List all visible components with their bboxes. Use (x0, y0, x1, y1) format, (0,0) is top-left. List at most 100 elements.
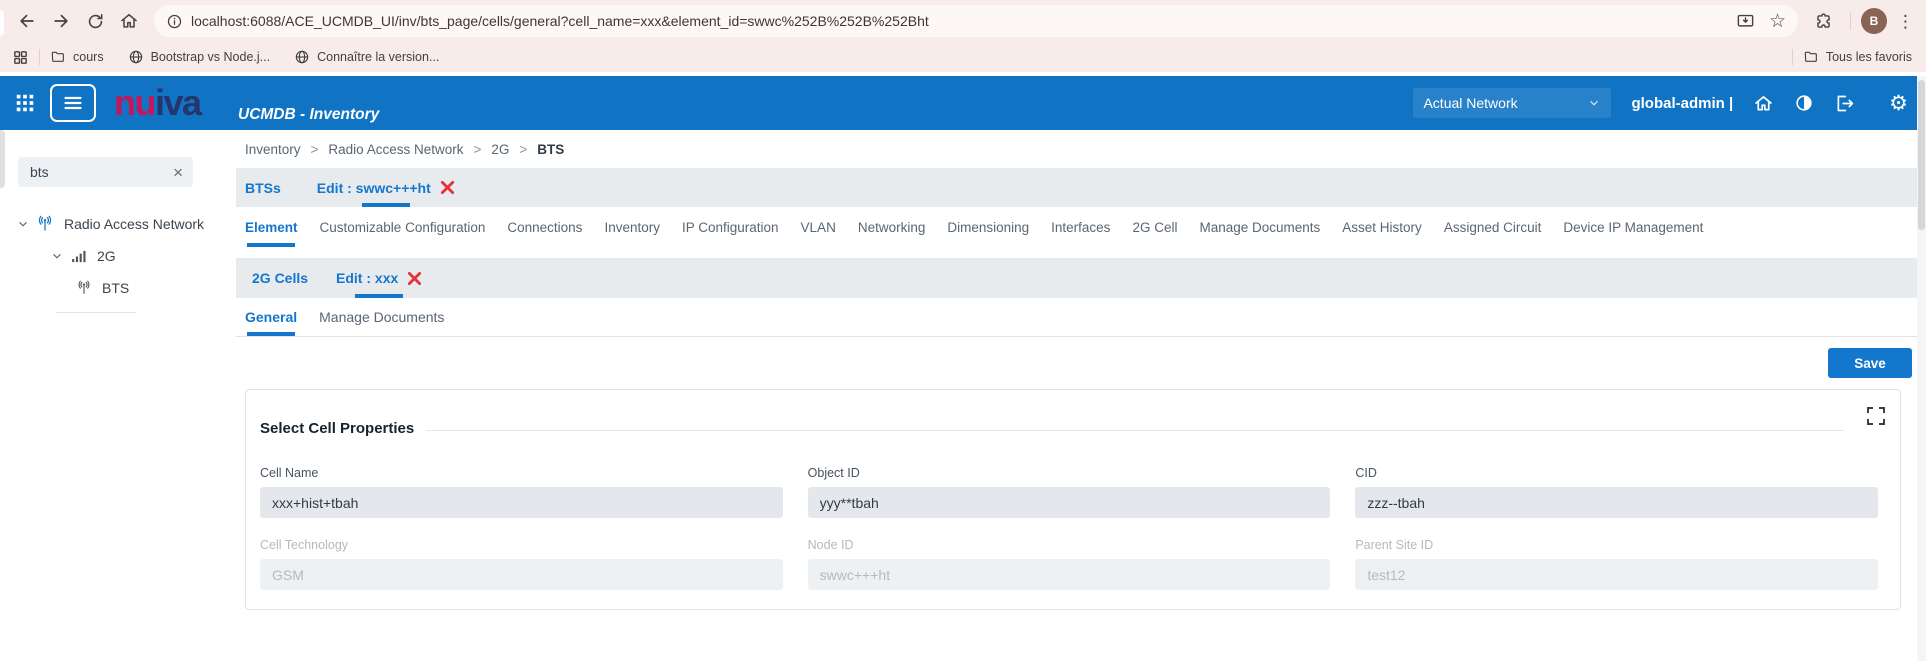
tab-asset-history[interactable]: Asset History (1342, 207, 1422, 247)
forward-button[interactable] (44, 4, 78, 38)
tab-edit-cell[interactable]: Edit : xxx (336, 258, 422, 298)
bookmarks-divider (39, 49, 40, 65)
field-label: Parent Site ID (1355, 538, 1878, 552)
cell-subtabs: General Manage Documents (236, 298, 1926, 337)
object-id-input[interactable] (808, 487, 1331, 518)
tab-assigned-circuit[interactable]: Assigned Circuit (1444, 207, 1542, 247)
cell-properties-card: Select Cell Properties Cell Name Object … (245, 389, 1901, 610)
tab-edit-bts[interactable]: Edit : swwc+++ht (317, 168, 455, 207)
tree-item-2g[interactable]: 2G (0, 240, 236, 272)
tab-device-ip-management[interactable]: Device IP Management (1563, 207, 1703, 247)
tab-manage-documents-cell[interactable]: Manage Documents (319, 298, 444, 336)
tab-2g-cells[interactable]: 2G Cells (252, 270, 308, 286)
chevron-down-icon[interactable] (50, 249, 64, 263)
settings-gear-icon[interactable]: ⚙ (1889, 93, 1908, 114)
cid-input[interactable] (1355, 487, 1878, 518)
app-launcher-icon[interactable] (14, 92, 36, 114)
tree-item-radio-access-network[interactable]: Radio Access Network (0, 208, 236, 240)
tab-general[interactable]: General (245, 298, 297, 336)
field-label: Object ID (808, 466, 1331, 480)
all-bookmarks-button[interactable]: Tous les favoris (1803, 49, 1912, 65)
tab-ip-configuration[interactable]: IP Configuration (682, 207, 779, 247)
folder-icon (1803, 49, 1819, 65)
close-tab-icon[interactable] (440, 180, 455, 195)
tree-divider (56, 312, 136, 313)
field-label: CID (1355, 466, 1878, 480)
bookmark-star-icon[interactable]: ☆ (1769, 12, 1786, 31)
contrast-icon[interactable] (1794, 93, 1814, 113)
nuiva-logo: nuiva (114, 85, 201, 121)
home-button[interactable] (112, 4, 146, 38)
site-info-icon[interactable] (166, 13, 183, 30)
breadcrumb-separator: > (473, 142, 481, 157)
field-cid: CID (1355, 466, 1878, 518)
address-bar[interactable]: localhost:6088/ACE_UCMDB_UI/inv/bts_page… (154, 5, 1798, 37)
sidebar-search-box: × (18, 157, 193, 187)
cell-technology-input (260, 559, 783, 590)
browser-chrome: localhost:6088/ACE_UCMDB_UI/inv/bts_page… (0, 0, 1926, 72)
card-title: Select Cell Properties (260, 420, 414, 437)
field-label: Cell Name (260, 466, 783, 480)
breadcrumb-separator: > (311, 142, 319, 157)
tab-2g-cell[interactable]: 2G Cell (1132, 207, 1177, 247)
field-parent-site-id: Parent Site ID (1355, 538, 1878, 590)
menu-toggle-button[interactable] (50, 84, 96, 122)
tab-networking[interactable]: Networking (858, 207, 926, 247)
title-divider-line (426, 430, 1844, 431)
cell-name-input[interactable] (260, 487, 783, 518)
search-input[interactable] (28, 163, 173, 181)
reload-icon (86, 12, 105, 31)
install-app-icon[interactable] (1736, 12, 1755, 31)
profile-avatar[interactable]: B (1861, 8, 1887, 34)
scrollbar-thumb[interactable] (1918, 80, 1925, 230)
tree-item-bts[interactable]: BTS (0, 272, 236, 304)
panel-edge-handle[interactable] (0, 130, 5, 188)
breadcrumb-item[interactable]: Radio Access Network (328, 142, 463, 157)
bookmark-bootstrap-vs-node[interactable]: Bootstrap vs Node.j... (128, 49, 271, 65)
globe-icon (294, 49, 310, 65)
url-text: localhost:6088/ACE_UCMDB_UI/inv/bts_page… (191, 13, 929, 29)
bookmarks-bar: cours Bootstrap vs Node.j... Connaître l… (0, 42, 1926, 72)
breadcrumb: Inventory > Radio Access Network > 2G > … (236, 130, 1926, 168)
tab-edge-sliver (0, 10, 4, 36)
breadcrumb-item[interactable]: Inventory (245, 142, 301, 157)
parent-site-id-input (1355, 559, 1878, 590)
active-tab-underline (247, 243, 295, 247)
tab-manage-documents[interactable]: Manage Documents (1199, 207, 1320, 247)
apps-grid-icon[interactable] (12, 49, 29, 66)
chevron-down-icon[interactable] (16, 217, 30, 231)
antenna-icon (36, 215, 54, 233)
back-button[interactable] (10, 4, 44, 38)
bookmark-cours[interactable]: cours (50, 49, 104, 65)
reload-button[interactable] (78, 4, 112, 38)
tab-vlan[interactable]: VLAN (801, 207, 836, 247)
tab-interfaces[interactable]: Interfaces (1051, 207, 1110, 247)
tab-inventory[interactable]: Inventory (604, 207, 660, 247)
logout-icon[interactable] (1834, 93, 1855, 114)
sidebar: × Radio Access Network 2G (0, 130, 237, 661)
home-icon[interactable] (1753, 93, 1774, 114)
antenna-icon (76, 280, 92, 296)
network-select[interactable]: Actual Network (1413, 88, 1611, 118)
clear-search-icon[interactable]: × (173, 164, 183, 181)
tab-connections[interactable]: Connections (507, 207, 582, 247)
tab-element[interactable]: Element (245, 207, 298, 247)
close-tab-icon[interactable] (407, 271, 422, 286)
bookmark-connaitre-la-version[interactable]: Connaître la version... (294, 49, 439, 65)
forward-arrow-icon (51, 11, 71, 31)
fullscreen-expand-icon[interactable] (1861, 401, 1891, 431)
cell-properties-form: Cell Name Object ID CID Cell Technology … (260, 466, 1878, 590)
breadcrumb-item[interactable]: 2G (491, 142, 509, 157)
breadcrumb-separator: > (519, 142, 527, 157)
app-header: nuiva UCMDB - Inventory Actual Network g… (0, 76, 1926, 130)
field-label: Node ID (808, 538, 1331, 552)
breadcrumb-current: BTS (537, 142, 564, 157)
extensions-icon[interactable] (1806, 4, 1840, 38)
tab-customizable-configuration[interactable]: Customizable Configuration (320, 207, 486, 247)
bts-tab-strip: BTSs Edit : swwc+++ht (236, 168, 1926, 207)
browser-menu-icon[interactable]: ⋮ (1897, 13, 1914, 30)
tab-btss[interactable]: BTSs (245, 180, 281, 196)
save-button[interactable]: Save (1828, 348, 1912, 378)
tab-dimensioning[interactable]: Dimensioning (947, 207, 1029, 247)
chevron-down-icon (1587, 96, 1601, 110)
